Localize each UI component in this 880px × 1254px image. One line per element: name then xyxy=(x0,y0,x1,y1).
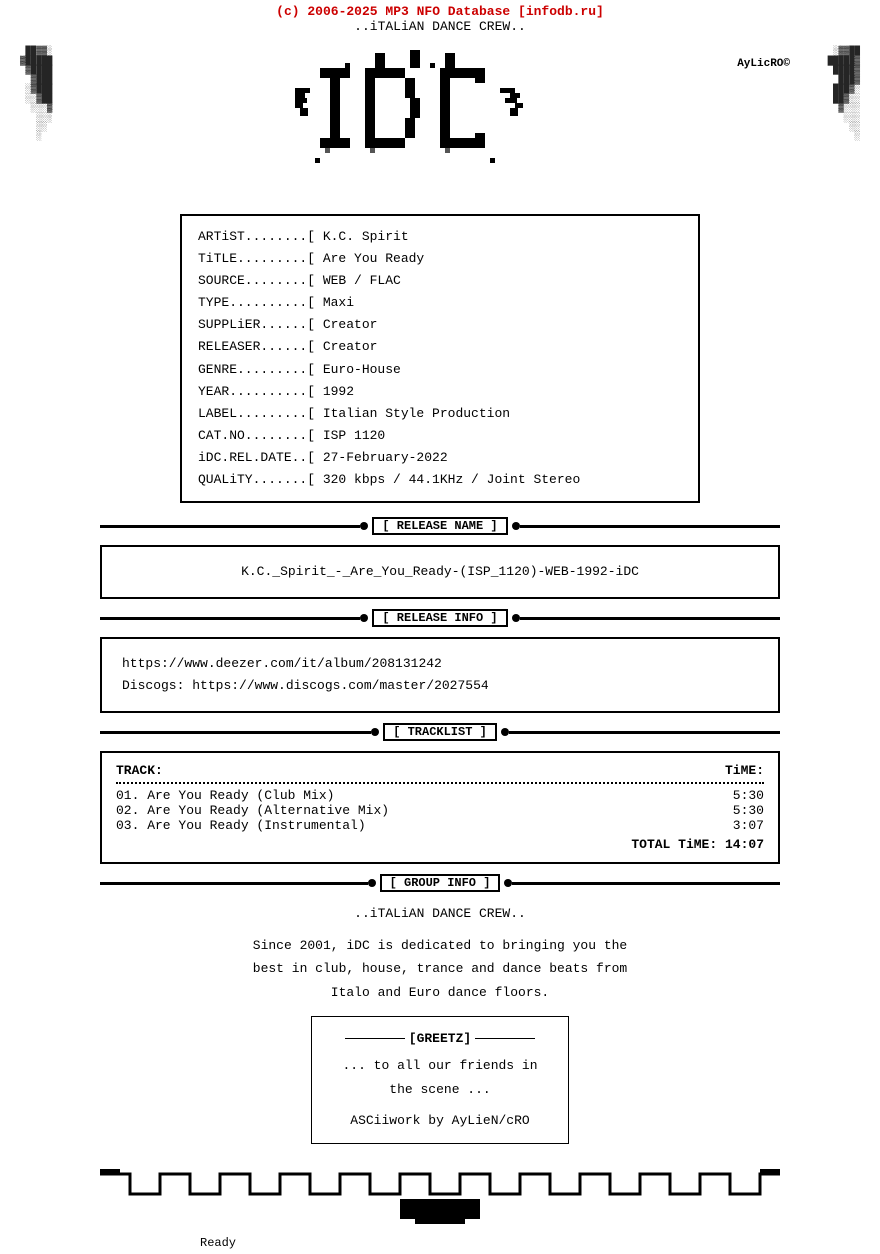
track-02-time: 5:30 xyxy=(733,803,764,818)
logo-area: ██▓▓░ ▓█████ ▓████ ▓███ ░▓███ ░░▓██ ░░░▓… xyxy=(0,38,880,208)
divider-dot-6 xyxy=(501,728,509,736)
tracklist-panel: TRACK: TiME: 01. Are You Ready (Club Mix… xyxy=(100,751,780,864)
divider-line-right-3 xyxy=(509,731,780,734)
divider-line-left xyxy=(100,525,360,528)
discogs-label: Discogs: xyxy=(122,678,184,693)
ready-status: Ready xyxy=(200,1236,236,1250)
divider-line-left-4 xyxy=(100,882,368,885)
deezer-url: https://www.deezer.com/it/album/20813124… xyxy=(122,653,758,675)
tracklist-divider: [ TRACKLIST ] xyxy=(100,723,780,741)
group-info-panel: ..iTALiAN DANCE CREW.. Since 2001, iDC i… xyxy=(100,902,780,1004)
bottom-decoration-svg xyxy=(100,1164,780,1224)
release-name-panel: K.C._Spirit_-_Are_You_Ready-(ISP_1120)-W… xyxy=(100,545,780,599)
crew-header-text: ..iTALiAN DANCE CREW.. xyxy=(354,19,526,34)
divider-dot-5 xyxy=(371,728,379,736)
tracklist-header-row: TRACK: TiME: xyxy=(116,763,764,778)
table-row: 02. Are You Ready (Alternative Mix) 5:30 xyxy=(116,803,764,818)
greetz-title: [GREETZ] xyxy=(342,1027,537,1050)
year-line: YEAR..........[ 1992 xyxy=(198,381,682,403)
greetz-label: [GREETZ] xyxy=(405,1027,475,1050)
label-line: LABEL.........[ Italian Style Production xyxy=(198,403,682,425)
genre-line: GENRE.........[ Euro-House xyxy=(198,359,682,381)
release-info-divider: [ RELEASE INFO ] xyxy=(100,609,780,627)
divider-line-right-4 xyxy=(512,882,780,885)
info-box: ARTiST........[ K.C. Spirit TiTLE.......… xyxy=(180,214,700,503)
right-deco: ░▓▓██ █████▓ ████▓ ███▓ ███▓░ ██▓░░ ▓░░░… xyxy=(828,38,860,151)
aylicro-label: AyLicRO© xyxy=(737,58,790,70)
divider-dot-1 xyxy=(360,522,368,530)
divider-line-left-3 xyxy=(100,731,371,734)
title-line: TiTLE.........[ Are You Ready xyxy=(198,248,682,270)
group-info-divider: [ GROUP INFO ] xyxy=(100,874,780,892)
track-01-time: 5:30 xyxy=(733,788,764,803)
source-line: SOURCE........[ WEB / FLAC xyxy=(198,270,682,292)
tracklist-label: [ TRACKLIST ] xyxy=(383,723,497,741)
group-desc-text: Since 2001, iDC is dedicated to bringing… xyxy=(100,934,780,1004)
greetz-ascii-credit: ASCiiwork by AyLieN/cRO xyxy=(342,1109,537,1132)
divider-dot-7 xyxy=(368,879,376,887)
reldate-line: iDC.REL.DATE..[ 27-February-2022 xyxy=(198,447,682,469)
bottom-deco-area xyxy=(100,1164,780,1228)
copyright-text: (c) 2006-2025 MP3 NFO Database [infodb.r… xyxy=(276,4,604,19)
type-line: TYPE..........[ Maxi xyxy=(198,292,682,314)
track-col-header: TRACK: xyxy=(116,763,163,778)
divider-line-left-2 xyxy=(100,617,360,620)
release-name-label: [ RELEASE NAME ] xyxy=(372,517,507,535)
track-03-time: 3:07 xyxy=(733,818,764,833)
greetz-text-1: ... to all our friends in xyxy=(342,1054,537,1077)
total-time: 14:07 xyxy=(725,837,764,852)
status-bar: Ready xyxy=(0,1232,880,1254)
release-name-divider: [ RELEASE NAME ] xyxy=(100,517,780,535)
release-info-panel: https://www.deezer.com/it/album/20813124… xyxy=(100,637,780,713)
release-info-label: [ RELEASE INFO ] xyxy=(372,609,507,627)
artist-line: ARTiST........[ K.C. Spirit xyxy=(198,226,682,248)
discogs-line: Discogs: https://www.discogs.com/master/… xyxy=(122,675,758,697)
divider-line-right-2 xyxy=(520,617,780,620)
group-info-label: [ GROUP INFO ] xyxy=(380,874,501,892)
divider-dot-3 xyxy=(360,614,368,622)
page-wrapper: (c) 2006-2025 MP3 NFO Database [infodb.r… xyxy=(0,0,880,1254)
greetz-text-2: the scene ... xyxy=(342,1078,537,1101)
supplier-line: SUPPLiER......[ Creator xyxy=(198,314,682,336)
table-row: 01. Are You Ready (Club Mix) 5:30 xyxy=(116,788,764,803)
greetz-line-right xyxy=(475,1038,535,1039)
discogs-url: https://www.discogs.com/master/2027554 xyxy=(192,678,488,693)
divider-line-right xyxy=(520,525,780,528)
tracklist-separator xyxy=(116,782,764,784)
total-label: TOTAL TiME: xyxy=(631,837,717,852)
releaser-line: RELEASER......[ Creator xyxy=(198,336,682,358)
time-col-header: TiME: xyxy=(725,763,764,778)
total-time-row: TOTAL TiME: 14:07 xyxy=(116,837,764,852)
catno-line: CAT.NO........[ ISP 1120 xyxy=(198,425,682,447)
quality-line: QUALiTY.......[ 320 kbps / 44.1KHz / Joi… xyxy=(198,469,682,491)
track-02: 02. Are You Ready (Alternative Mix) xyxy=(116,803,389,818)
greetz-box: [GREETZ] ... to all our friends in the s… xyxy=(311,1016,568,1144)
divider-dot-4 xyxy=(512,614,520,622)
left-deco: ██▓▓░ ▓█████ ▓████ ▓███ ░▓███ ░░▓██ ░░░▓… xyxy=(20,38,52,151)
track-01: 01. Are You Ready (Club Mix) xyxy=(116,788,334,803)
greetz-line-left xyxy=(345,1038,405,1039)
divider-dot-2 xyxy=(512,522,520,530)
greetz-wrapper: [GREETZ] ... to all our friends in the s… xyxy=(311,1016,568,1144)
divider-dot-8 xyxy=(504,879,512,887)
release-name-value: K.C._Spirit_-_Are_You_Ready-(ISP_1120)-W… xyxy=(122,561,758,583)
table-row: 03. Are You Ready (Instrumental) 3:07 xyxy=(116,818,764,833)
track-03: 03. Are You Ready (Instrumental) xyxy=(116,818,366,833)
group-crew-text: ..iTALiAN DANCE CREW.. xyxy=(100,902,780,925)
idc-logo-svg xyxy=(290,48,590,198)
